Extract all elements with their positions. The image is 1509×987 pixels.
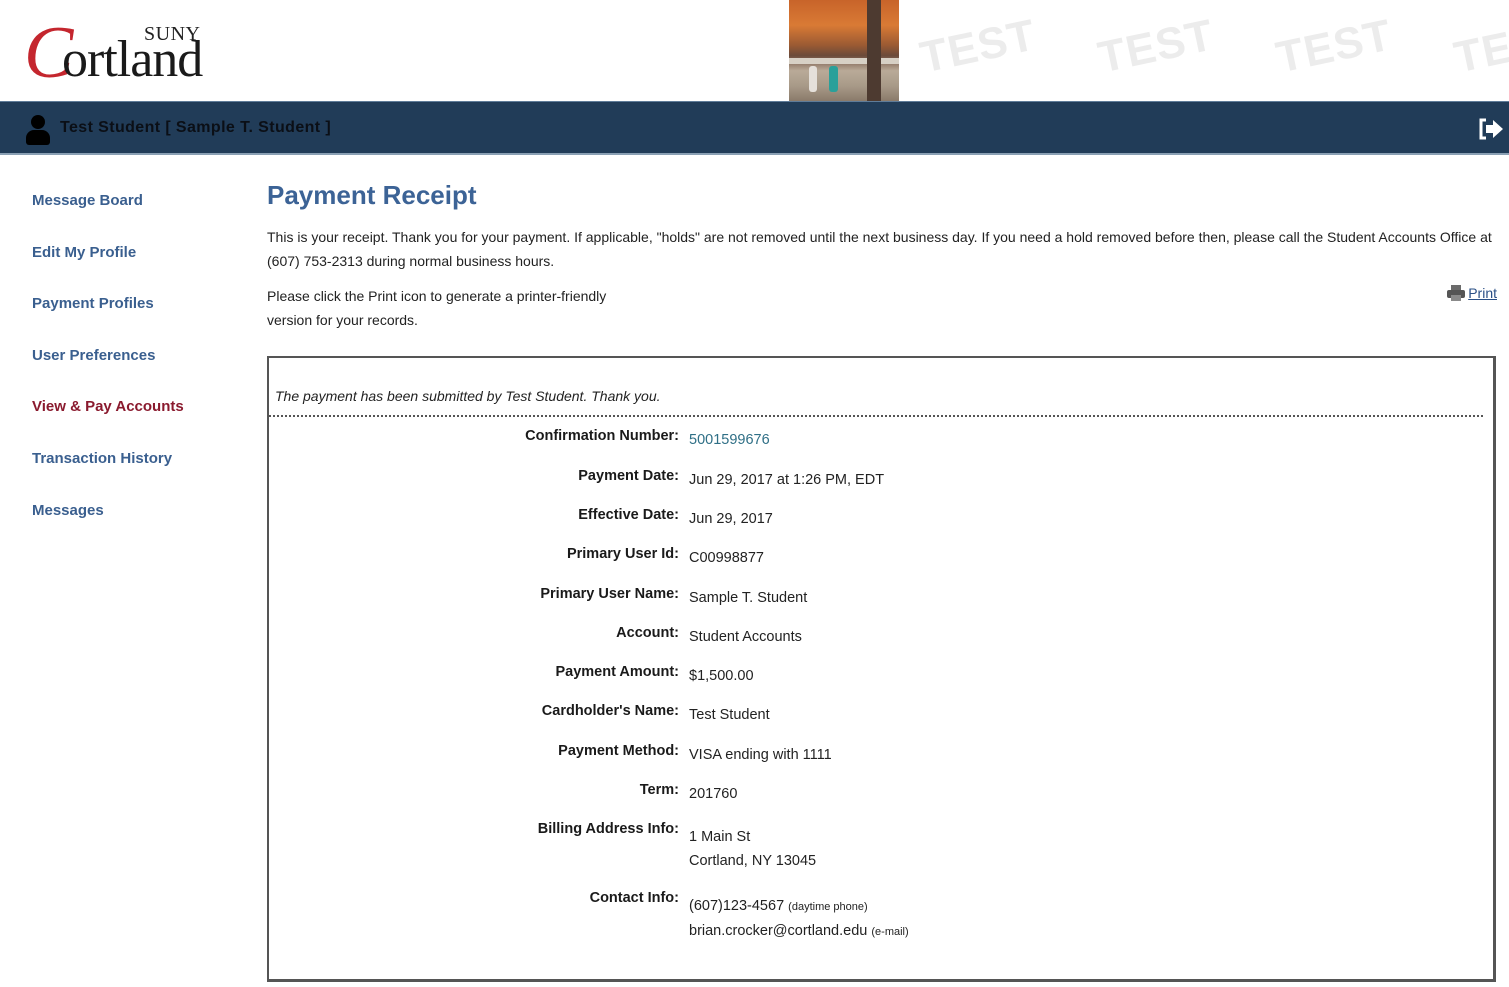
sidebar-item-messages[interactable]: Messages <box>32 500 242 552</box>
sidebar-nav: Message Board Edit My Profile Payment Pr… <box>32 190 242 551</box>
test-watermark: TEST <box>1450 10 1509 83</box>
field-value: Jun 29, 2017 <box>689 511 773 527</box>
field-label: Payment Amount: <box>555 664 679 680</box>
field-value: C00998877 <box>689 550 764 566</box>
submitted-message: The payment has been submitted by Test S… <box>275 388 661 404</box>
field-primary-user-id: Primary User Id: C00998877 <box>269 546 1369 570</box>
field-value: $1,500.00 <box>689 668 754 684</box>
sign-out-icon <box>1479 118 1503 140</box>
print-link[interactable]: Print <box>1446 284 1497 302</box>
contact-phone-line: (607)123-4567 (daytime phone) <box>689 894 909 919</box>
print-row: Please click the Print icon to generate … <box>267 284 1497 332</box>
dotted-divider <box>269 415 1483 417</box>
field-value: Test Student <box>689 707 770 723</box>
field-label: Confirmation Number: <box>525 428 679 444</box>
test-watermark: TEST <box>916 10 1041 83</box>
field-payment-method: Payment Method: VISA ending with 1111 <box>269 743 1369 767</box>
field-primary-user-name: Primary User Name: Sample T. Student <box>269 586 1369 610</box>
field-label: Effective Date: <box>578 507 679 523</box>
sidebar-item-message-board[interactable]: Message Board <box>32 190 242 242</box>
user-bar: Test Student [ Sample T. Student ] <box>0 101 1509 155</box>
field-label: Contact Info: <box>589 890 679 906</box>
field-payment-amount: Payment Amount: $1,500.00 <box>269 664 1369 688</box>
user-icon <box>26 115 50 145</box>
sidebar-item-payment-profiles[interactable]: Payment Profiles <box>32 293 242 345</box>
field-label: Primary User Name: <box>540 586 679 602</box>
field-value: Sample T. Student <box>689 590 808 606</box>
field-term: Term: 201760 <box>269 782 1369 806</box>
user-display-name: Test Student [ Sample T. Student ] <box>60 119 332 136</box>
field-label: Cardholder's Name: <box>541 703 679 719</box>
field-label: Payment Method: <box>558 743 679 759</box>
field-label: Primary User Id: <box>566 546 679 562</box>
logo-ortland: ortland <box>62 31 203 88</box>
field-value: VISA ending with 1111 <box>689 747 832 763</box>
receipt-intro-text: This is your receipt. Thank you for your… <box>267 229 1492 269</box>
photo-person <box>809 66 817 92</box>
contact-phone-note: (daytime phone) <box>788 901 868 913</box>
field-label: Account: <box>616 625 679 641</box>
sidebar-item-transaction-history[interactable]: Transaction History <box>32 448 242 500</box>
field-label: Payment Date: <box>578 467 679 484</box>
contact-phone: (607)123-4567 <box>689 898 785 914</box>
campus-photo <box>789 0 899 101</box>
field-effective-date: Effective Date: Jun 29, 2017 <box>269 507 1369 531</box>
printer-icon <box>1447 285 1466 301</box>
address-line-1: 1 Main St <box>689 829 751 845</box>
receipt-panel: The payment has been submitted by Test S… <box>267 356 1496 982</box>
main-content: Payment Receipt This is your receipt. Th… <box>267 178 1497 332</box>
contact-info-value: (607)123-4567 (daytime phone) brian.croc… <box>689 890 909 944</box>
sidebar-item-user-preferences[interactable]: User Preferences <box>32 345 242 397</box>
sidebar-item-edit-my-profile[interactable]: Edit My Profile <box>32 242 242 294</box>
print-instructions: Please click the Print icon to generate … <box>267 288 607 328</box>
contact-email: brian.crocker@cortland.edu <box>689 923 868 939</box>
field-account: Account: Student Accounts <box>269 625 1369 649</box>
confirmation-number-value: 5001599676 <box>689 432 770 448</box>
photo-wall <box>789 58 899 64</box>
suny-cortland-logo[interactable]: C SUNY ortland <box>22 14 232 90</box>
field-value: Student Accounts <box>689 629 802 645</box>
field-value: 201760 <box>689 786 738 802</box>
field-label: Term: <box>639 782 679 798</box>
field-confirmation-number: Confirmation Number: 5001599676 <box>269 428 1369 452</box>
test-watermark: TEST <box>1094 10 1219 83</box>
photo-tree <box>867 0 881 101</box>
field-payment-date: Payment Date: Jun 29, 2017 at 1:26 PM, E… <box>269 468 1369 492</box>
photo-person <box>829 66 838 92</box>
test-watermark: TEST <box>1272 10 1397 83</box>
print-label: Print <box>1468 285 1497 301</box>
billing-address-value: 1 Main St Cortland, NY 13045 <box>689 821 816 873</box>
contact-email-note: (e-mail) <box>871 926 909 938</box>
field-value: Jun 29, 2017 at 1:26 PM, EDT <box>689 471 885 488</box>
field-cardholder-name: Cardholder's Name: Test Student <box>269 703 1369 727</box>
site-header: C SUNY ortland TEST TEST TEST TEST <box>0 0 1509 101</box>
field-billing-address: Billing Address Info: 1 Main St Cortland… <box>269 821 1369 873</box>
field-label: Billing Address Info: <box>537 821 679 837</box>
page-title: Payment Receipt <box>267 180 477 210</box>
sidebar-item-view-pay-accounts[interactable]: View & Pay Accounts <box>32 396 242 448</box>
address-line-2: Cortland, NY 13045 <box>689 853 817 869</box>
logout-button[interactable] <box>1478 117 1506 141</box>
field-contact-info: Contact Info: (607)123-4567 (daytime pho… <box>269 890 1369 944</box>
contact-email-line: brian.crocker@cortland.edu (e-mail) <box>689 919 909 944</box>
